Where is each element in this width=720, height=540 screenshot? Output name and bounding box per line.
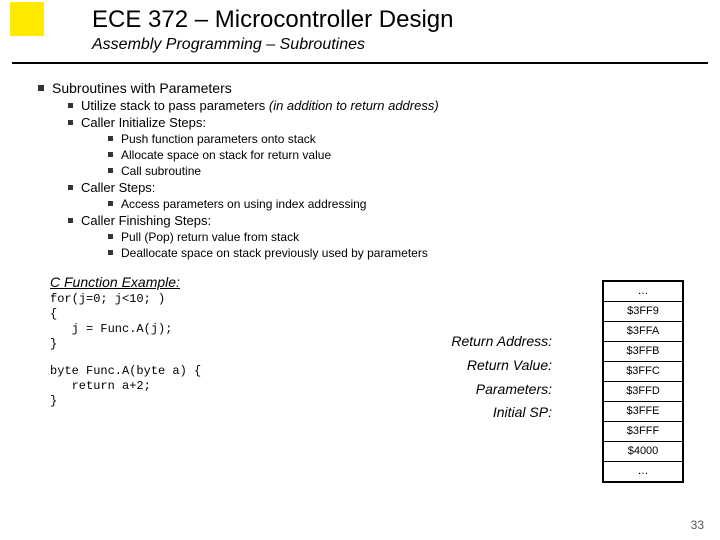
bullet-level2: Caller Finishing Steps: [16, 213, 576, 228]
heading-text: Subroutines with Parameters [52, 80, 232, 96]
stack-cell: $3FFE [604, 402, 682, 422]
bullet-icon [68, 185, 73, 190]
stack-cell: $3FFF [604, 422, 682, 442]
text: Access parameters on using index address… [121, 197, 366, 211]
slide-header: ECE 372 – Microcontroller Design Assembl… [0, 6, 720, 54]
text: Call subroutine [121, 164, 201, 178]
stack-cell: $3FFC [604, 362, 682, 382]
label-return-value: Return Value: [382, 354, 552, 378]
text-italic: (in addition to return address) [269, 98, 439, 113]
bullet-icon [68, 218, 73, 223]
text: Pull (Pop) return value from stack [121, 230, 299, 244]
stack-diagram: … $3FF9 $3FFA $3FFB $3FFC $3FFD $3FFE $3… [602, 280, 684, 483]
stack-cell: $3FFD [604, 382, 682, 402]
stack-cell: … [604, 282, 682, 302]
bullet-icon [68, 103, 73, 108]
text: Deallocate space on stack previously use… [121, 246, 428, 260]
bullet-icon [38, 85, 44, 91]
example-title: C Function Example: [50, 274, 576, 290]
bullet-icon [108, 136, 113, 141]
text: Caller Steps: [81, 180, 155, 195]
bullet-icon [108, 234, 113, 239]
stack-cell: $3FFB [604, 342, 682, 362]
bullet-level1: Subroutines with Parameters [16, 80, 576, 96]
label-parameters: Parameters: [382, 378, 552, 402]
text: Push function parameters onto stack [121, 132, 316, 146]
page-number: 33 [691, 518, 704, 532]
bullet-level3: Allocate space on stack for return value [16, 148, 576, 162]
bullet-level3: Pull (Pop) return value from stack [16, 230, 576, 244]
stack-cell: $4000 [604, 442, 682, 462]
slide: ECE 372 – Microcontroller Design Assembl… [0, 0, 720, 540]
slide-title: ECE 372 – Microcontroller Design [92, 6, 720, 34]
stack-cell: … [604, 462, 682, 481]
bullet-level3: Push function parameters onto stack [16, 132, 576, 146]
slide-subtitle: Assembly Programming – Subroutines [92, 36, 720, 54]
bullet-level3: Call subroutine [16, 164, 576, 178]
bullet-level3: Access parameters on using index address… [16, 197, 576, 211]
text: Caller Finishing Steps: [81, 213, 211, 228]
stack-cell: $3FF9 [604, 302, 682, 322]
bullet-icon [108, 201, 113, 206]
bullet-icon [68, 120, 73, 125]
bullet-icon [108, 168, 113, 173]
bullet-level2: Caller Initialize Steps: [16, 115, 576, 130]
text: Caller Initialize Steps: [81, 115, 206, 130]
bullet-level3: Deallocate space on stack previously use… [16, 246, 576, 260]
header-rule [12, 62, 708, 64]
label-initial-sp: Initial SP: [382, 401, 552, 425]
bullet-icon [108, 250, 113, 255]
text: Allocate space on stack for return value [121, 148, 331, 162]
bullet-level2: Caller Steps: [16, 180, 576, 195]
bullet-icon [108, 152, 113, 157]
stack-labels: Return Address: Return Value: Parameters… [382, 330, 552, 425]
bullet-level2: Utilize stack to pass parameters (in add… [16, 98, 576, 113]
text: Utilize stack to pass parameters [81, 98, 269, 113]
label-return-address: Return Address: [382, 330, 552, 354]
stack-cell: $3FFA [604, 322, 682, 342]
